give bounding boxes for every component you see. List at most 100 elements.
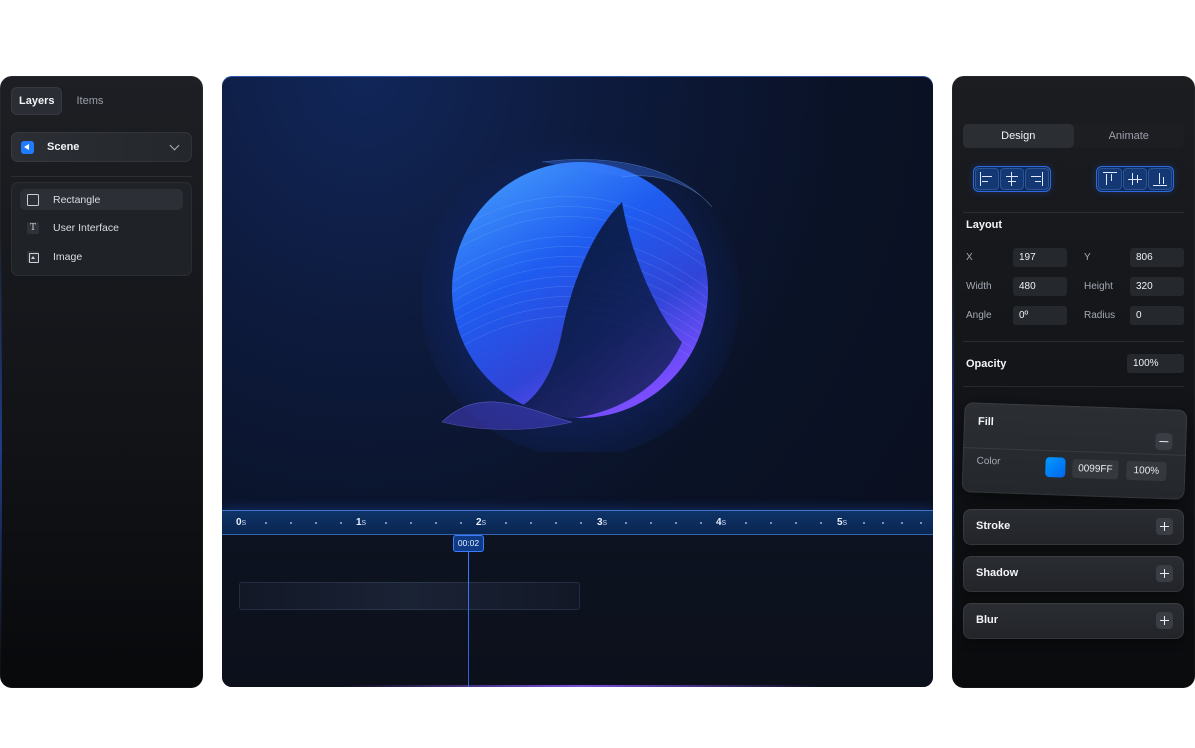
playhead-time-badge[interactable]: 00:02 <box>453 535 484 552</box>
align-top-button[interactable] <box>1098 168 1122 190</box>
remove-fill-button[interactable] <box>1155 432 1173 451</box>
layer-label: Image <box>53 250 83 263</box>
playhead-line[interactable] <box>468 552 469 687</box>
scene-dropdown[interactable]: Scene <box>11 132 192 162</box>
align-bottom-icon <box>1153 185 1167 187</box>
divider <box>963 447 1186 456</box>
align-right-button[interactable] <box>1025 168 1049 190</box>
ruler-tick <box>625 522 627 524</box>
ruler-tick <box>770 522 772 524</box>
ruler-tick <box>820 522 822 524</box>
sphere-graphic <box>420 137 740 457</box>
fill-title: Fill <box>977 415 995 429</box>
x-input[interactable]: 197 <box>1013 248 1067 267</box>
artwork-sphere[interactable] <box>420 132 742 457</box>
mode-tabs: Design Animate <box>963 124 1184 148</box>
align-left-icon <box>980 172 982 186</box>
ruler-tick <box>290 522 292 524</box>
ruler-label-4s: 4s <box>716 517 727 528</box>
shadow-title: Shadow <box>976 567 1019 579</box>
height-input[interactable]: 320 <box>1130 277 1184 296</box>
ruler-label-5s: 5s <box>837 517 848 528</box>
properties-panel: Design Animate Layout X 197 Y 806 Width … <box>952 76 1195 688</box>
layer-item-user-interface[interactable]: T User Interface <box>20 218 183 239</box>
play-back-icon <box>21 140 34 154</box>
rectangle-icon <box>27 193 39 206</box>
divider <box>963 386 1184 387</box>
add-blur-button[interactable] <box>1156 612 1173 629</box>
layer-item-rectangle[interactable]: Rectangle <box>20 189 183 210</box>
align-center-h-icon <box>1011 172 1013 186</box>
ruler-tick <box>675 522 677 524</box>
ruler-tick <box>530 522 532 524</box>
opacity-input[interactable]: 100% <box>1127 354 1184 373</box>
align-middle-icon <box>1128 179 1142 181</box>
text-icon: T <box>27 222 39 234</box>
blur-section[interactable]: Blur <box>963 603 1184 639</box>
y-input[interactable]: 806 <box>1130 248 1184 267</box>
ruler-tick <box>385 522 387 524</box>
ruler-tick <box>505 522 507 524</box>
left-tabbar: Layers Items <box>11 87 111 115</box>
blur-title: Blur <box>976 614 998 626</box>
fill-opacity-input[interactable]: 100% <box>1126 460 1167 482</box>
add-shadow-button[interactable] <box>1156 565 1173 582</box>
width-label: Width <box>966 281 992 292</box>
x-label: X <box>966 252 973 263</box>
tab-items[interactable]: Items <box>68 87 111 115</box>
ruler-label-2s: 2s <box>476 517 487 528</box>
angle-input[interactable]: 0º <box>1013 306 1067 325</box>
ruler-tick <box>795 522 797 524</box>
layer-label: User Interface <box>53 222 119 234</box>
ruler-tick <box>555 522 557 524</box>
chevron-down-icon <box>169 140 180 150</box>
stroke-title: Stroke <box>976 520 1011 532</box>
layout-title: Layout <box>966 219 1003 231</box>
ruler-tick <box>920 522 922 524</box>
radius-label: Radius <box>1084 310 1116 321</box>
ruler-tick <box>901 522 903 524</box>
align-center-h-button[interactable] <box>1000 168 1024 190</box>
tab-layers[interactable]: Layers <box>11 87 63 115</box>
shadow-section[interactable]: Shadow <box>963 556 1184 592</box>
ruler-label-0s: 0s <box>236 517 247 528</box>
ruler-tick <box>340 522 342 524</box>
fill-hex-input[interactable]: 0099FF <box>1072 458 1119 480</box>
width-input[interactable]: 480 <box>1013 277 1067 296</box>
horizontal-align-group <box>973 166 1051 192</box>
stroke-section[interactable]: Stroke <box>963 509 1184 545</box>
timeline-ruler[interactable]: 0s 1s 2s 3s 4s 5s <box>222 510 933 535</box>
align-right-icon <box>1042 172 1044 186</box>
fill-color-label: Color <box>976 455 1001 468</box>
align-bottom-button[interactable] <box>1148 168 1172 190</box>
canvas-panel: 0s 1s 2s 3s 4s 5s 00:02 <box>222 76 933 687</box>
height-label: Height <box>1084 281 1113 292</box>
radius-input[interactable]: 0 <box>1130 306 1184 325</box>
fill-section: Fill Color 0099FF 100% <box>961 402 1188 500</box>
layer-item-image[interactable]: Image <box>20 246 183 267</box>
scene-label: Scene <box>47 141 80 153</box>
ruler-tick <box>410 522 412 524</box>
divider <box>963 341 1184 342</box>
ruler-tick <box>265 522 267 524</box>
divider <box>11 176 192 177</box>
timeline-area <box>222 535 933 687</box>
y-label: Y <box>1084 252 1091 263</box>
layer-list: Rectangle T User Interface Image <box>11 182 192 276</box>
tab-design[interactable]: Design <box>963 124 1074 148</box>
timeline-clip[interactable] <box>239 582 580 610</box>
image-icon <box>27 250 39 263</box>
align-middle-button[interactable] <box>1123 168 1147 190</box>
ruler-tick <box>700 522 702 524</box>
align-left-button[interactable] <box>975 168 999 190</box>
tab-animate[interactable]: Animate <box>1074 124 1185 148</box>
fill-color-swatch[interactable] <box>1045 457 1066 478</box>
ruler-tick <box>650 522 652 524</box>
ruler-tick <box>315 522 317 524</box>
ruler-tick <box>460 522 462 524</box>
add-stroke-button[interactable] <box>1156 518 1173 535</box>
divider <box>963 212 1184 213</box>
ruler-tick <box>863 522 865 524</box>
bottom-glow <box>342 685 822 687</box>
canvas-stage[interactable] <box>222 76 933 509</box>
